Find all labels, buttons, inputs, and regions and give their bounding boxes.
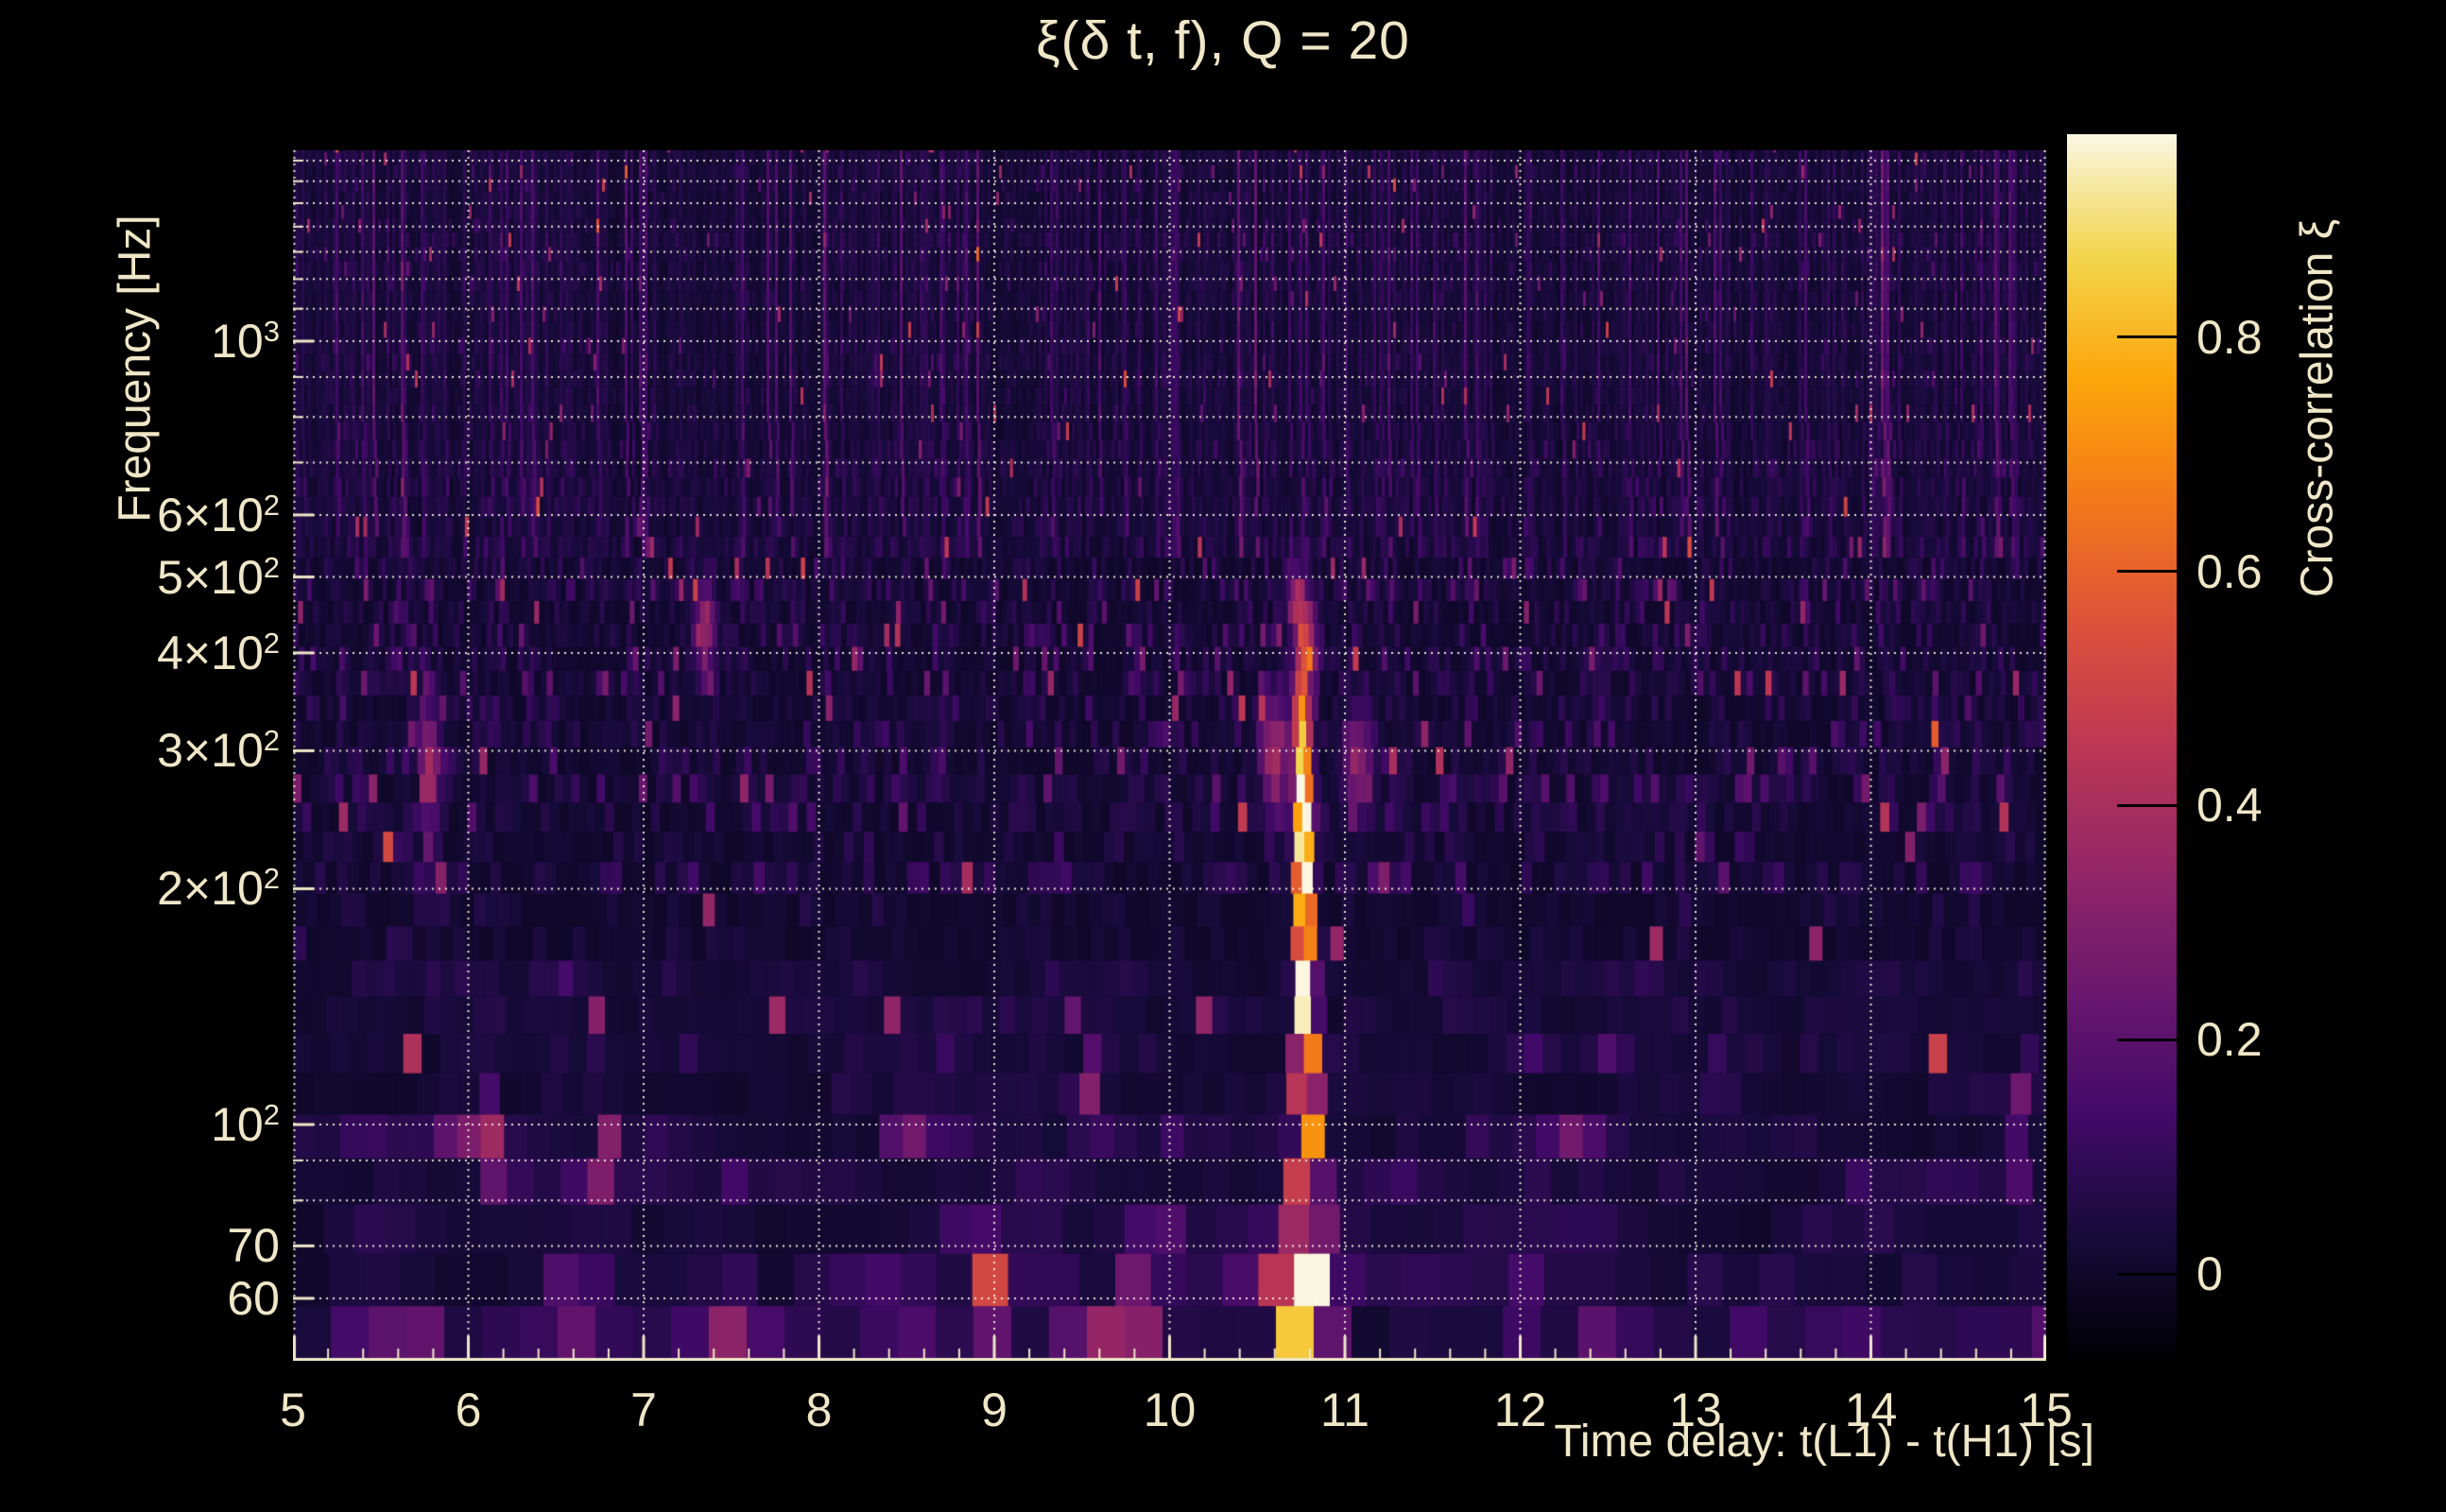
x-axis-label: Time delay: t(L1) - t(H1) [s] xyxy=(1554,1417,2094,1467)
x-tick-label: 5 xyxy=(280,1383,306,1436)
y-tick-label: 102 xyxy=(211,1097,280,1151)
y-tick-label: 5×102 xyxy=(157,550,280,604)
x-tick-label: 7 xyxy=(630,1383,657,1436)
x-tick-label: 10 xyxy=(1143,1383,1197,1436)
colorbar-tick-label: 0.8 xyxy=(2196,310,2263,364)
colorbar-label: Cross-correlation ξ xyxy=(2292,218,2343,598)
x-tick-label: 9 xyxy=(981,1383,1008,1436)
x-tick-label: 6 xyxy=(455,1383,482,1436)
y-tick-label: 4×102 xyxy=(157,626,280,679)
colorbar-tick-label: 0.2 xyxy=(2196,1013,2263,1067)
y-tick-label: 70 xyxy=(227,1219,280,1273)
colorbar-tick-label: 0.6 xyxy=(2196,544,2263,598)
y-tick-label: 6×102 xyxy=(157,488,280,541)
y-tick-label: 60 xyxy=(227,1271,280,1325)
colorbar-tick-mark xyxy=(2117,1272,2177,1276)
colorbar-tick-mark xyxy=(2117,1038,2177,1041)
y-tick-label: 103 xyxy=(211,314,280,368)
colorbar-tick-mark xyxy=(2117,803,2177,807)
y-axis-label: Frequency [Hz] xyxy=(110,215,161,523)
x-tick-label: 12 xyxy=(1493,1383,1547,1436)
plot-title: ξ(δ t, f), Q = 20 xyxy=(1036,10,1410,71)
colorbar-tick-mark xyxy=(2117,570,2177,573)
colorbar-tick-mark xyxy=(2117,335,2177,338)
figure: ξ(δ t, f), Q = 20 Frequency [Hz] 103 6×10… xyxy=(0,0,2446,1512)
colorbar-tick-label: 0 xyxy=(2196,1247,2223,1301)
colorbar-tick-label: 0.4 xyxy=(2196,779,2263,833)
x-tick-label: 11 xyxy=(1320,1383,1369,1436)
y-tick-label: 2×102 xyxy=(157,862,280,916)
y-tick-label: 3×102 xyxy=(157,724,280,778)
colorbar xyxy=(2067,134,2177,1360)
x-tick-label: 8 xyxy=(805,1383,833,1436)
heatmap-canvas xyxy=(293,150,2046,1361)
